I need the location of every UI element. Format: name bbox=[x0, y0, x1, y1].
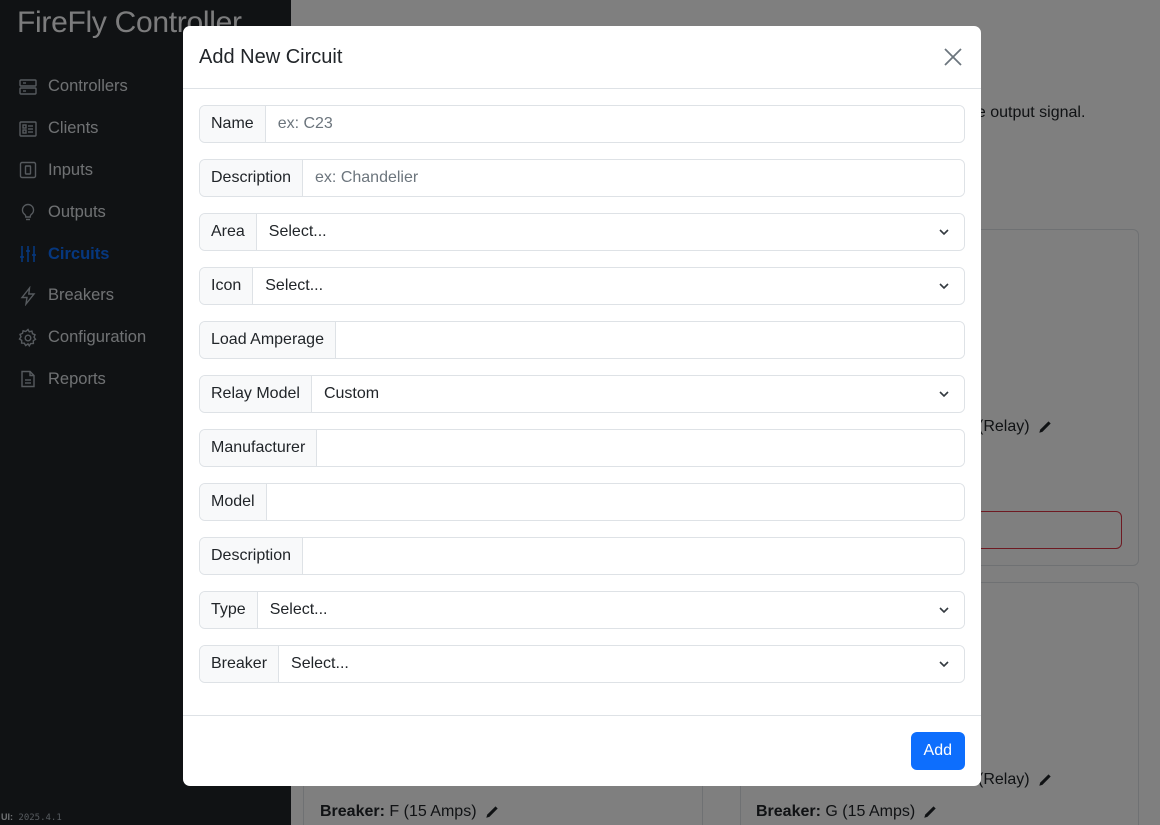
description-group: Description bbox=[199, 159, 965, 197]
type-group: Type Select... bbox=[199, 591, 965, 629]
relay-description-group: Description bbox=[199, 537, 965, 575]
type-select-value: Select... bbox=[269, 601, 328, 618]
area-label: Area bbox=[200, 214, 257, 250]
modal-footer: Add bbox=[183, 715, 981, 786]
manufacturer-group: Manufacturer bbox=[199, 429, 965, 467]
name-input[interactable] bbox=[277, 115, 952, 133]
relay-model-label: Relay Model bbox=[200, 376, 312, 412]
breaker-select-value: Select... bbox=[291, 655, 349, 672]
breaker-group: Breaker Select... bbox=[199, 645, 965, 683]
description-input[interactable] bbox=[315, 169, 952, 187]
relay-description-label: Description bbox=[200, 538, 304, 574]
model-group: Model bbox=[199, 483, 965, 521]
model-label: Model bbox=[200, 484, 267, 520]
type-select[interactable]: Select... bbox=[257, 592, 964, 628]
modal-header: Add New Circuit bbox=[183, 26, 981, 89]
area-select-value: Select... bbox=[268, 223, 327, 240]
icon-select-value: Select... bbox=[265, 277, 324, 294]
icon-label: Icon bbox=[200, 268, 254, 304]
relay-model-group: Relay Model Custom bbox=[199, 375, 965, 413]
chevron-down-icon bbox=[939, 607, 949, 614]
manufacturer-input[interactable] bbox=[329, 439, 952, 457]
relay-model-select[interactable]: Custom bbox=[311, 376, 964, 412]
model-input[interactable] bbox=[278, 493, 952, 511]
chevron-down-icon bbox=[939, 229, 949, 236]
name-label: Name bbox=[200, 106, 266, 142]
load-amperage-group: Load Amperage bbox=[199, 321, 965, 359]
close-button[interactable] bbox=[941, 45, 965, 69]
icon-select[interactable]: Select... bbox=[253, 268, 964, 304]
modal-title: Add New Circuit bbox=[199, 45, 343, 68]
manufacturer-label: Manufacturer bbox=[200, 430, 318, 466]
load-amperage-input[interactable] bbox=[347, 331, 952, 349]
chevron-down-icon bbox=[939, 283, 949, 290]
close-icon bbox=[944, 48, 962, 66]
area-group: Area Select... bbox=[199, 213, 965, 251]
chevron-down-icon bbox=[939, 661, 949, 668]
chevron-down-icon bbox=[939, 391, 949, 398]
modal-body: Name Description Area Select... Icon Sel… bbox=[183, 89, 981, 683]
load-amperage-label: Load Amperage bbox=[200, 322, 336, 358]
relay-model-select-value: Custom bbox=[323, 385, 380, 402]
name-group: Name bbox=[199, 105, 965, 143]
area-select[interactable]: Select... bbox=[256, 214, 964, 250]
add-circuit-modal: Add New Circuit Name Description Area Se… bbox=[183, 26, 981, 786]
breaker-select[interactable]: Select... bbox=[279, 646, 964, 682]
breaker-label: Breaker bbox=[200, 646, 280, 682]
description-label: Description bbox=[200, 160, 304, 196]
relay-description-input[interactable] bbox=[315, 547, 952, 565]
icon-group: Icon Select... bbox=[199, 267, 965, 305]
type-label: Type bbox=[200, 592, 258, 628]
add-button[interactable]: Add bbox=[910, 732, 965, 770]
